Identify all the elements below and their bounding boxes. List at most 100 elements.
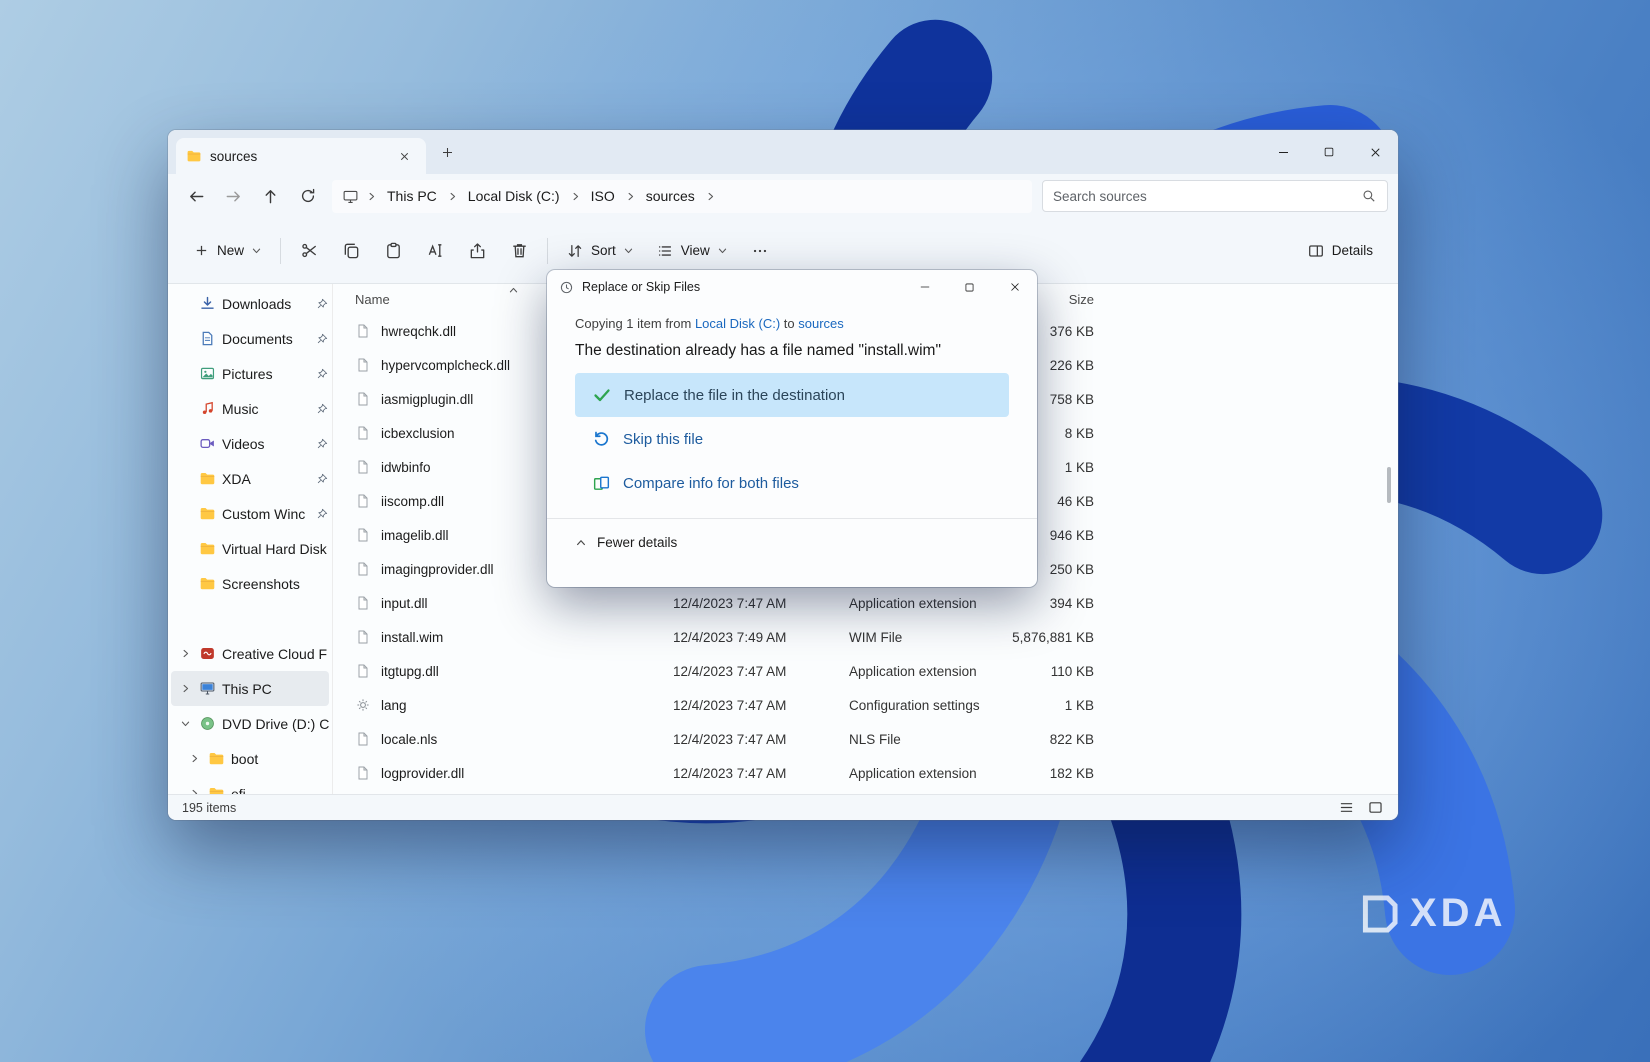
sort-button[interactable]: Sort [555,233,645,269]
maximize-button[interactable] [1306,130,1352,174]
table-row[interactable]: itgtupg.dll 12/4/2023 7:47 AM Application … [343,654,1398,688]
sidebar-item-dvd-drive-d-c[interactable]: DVD Drive (D:) C [171,706,329,741]
minimize-button[interactable] [1260,130,1306,174]
sidebar-item-xda[interactable]: XDA [171,461,329,496]
details-button[interactable]: Details [1296,233,1384,269]
share-icon [468,241,487,260]
xda-bracket-icon [1362,894,1398,933]
file-name: imagingprovider.dll [381,561,494,577]
sidebar-item-custom-winc[interactable]: Custom Winc [171,496,329,531]
view-button[interactable]: View [645,233,739,269]
close-button[interactable] [1352,130,1398,174]
folder-icon [208,785,225,794]
sidebar-item-boot[interactable]: boot [171,741,329,776]
tab-close-icon[interactable] [392,144,416,168]
breadcrumb-item-iso[interactable]: ISO [588,186,618,206]
chevron-right-icon[interactable] [178,648,193,659]
table-row[interactable]: install.wim 12/4/2023 7:49 AM WIM File 5,87… [343,620,1398,654]
folder-icon [199,540,216,557]
breadcrumb-item-this-pc[interactable]: This PC [384,186,440,206]
chevron-right-icon[interactable] [570,191,581,202]
chevron-right-icon[interactable] [187,788,202,794]
table-row[interactable]: logprovider.dll 12/4/2023 7:47 AM Applicat… [343,756,1398,790]
new-button[interactable]: New [182,233,273,269]
up-button[interactable] [252,178,289,214]
share-button[interactable] [456,233,498,269]
search-icon[interactable] [1361,188,1377,204]
file-size: 110 KB [1050,663,1094,679]
file-name: logprovider.dll [381,765,465,781]
music-icon [199,400,216,417]
sidebar-item-label: This PC [222,680,272,697]
search-box[interactable] [1042,180,1388,212]
dialog-footer[interactable]: Fewer details [547,518,1037,566]
back-button[interactable] [178,178,215,214]
paste-button[interactable] [372,233,414,269]
sidebar-item-screenshots[interactable]: Screenshots [171,566,329,601]
pin-icon [316,297,329,310]
rename-button[interactable] [414,233,456,269]
sidebar-item-pictures[interactable]: Pictures [171,356,329,391]
chevron-right-icon[interactable] [178,683,193,694]
documents-icon [199,330,216,347]
copy-button[interactable] [330,233,372,269]
dialog-option-replace-the-file-in-the-destination[interactable]: Replace the file in the destination [575,373,1009,417]
file-name: itgtupg.dll [381,663,439,679]
new-tab-button[interactable] [430,135,464,169]
file-icon [355,561,371,577]
chevron-down-icon[interactable] [178,718,193,729]
dialog-option-compare-info-for-both-files[interactable]: Compare info for both files [575,461,1009,505]
search-input[interactable] [1053,188,1353,204]
delete-button[interactable] [498,233,540,269]
dialog-maximize-button[interactable] [947,270,992,304]
dialog-option-label: Skip this file [623,430,704,448]
chevron-right-icon[interactable] [187,753,202,764]
dialog-option-label: Compare info for both files [623,474,799,492]
file-name: idwbinfo [381,459,431,475]
sidebar-item-documents[interactable]: Documents [171,321,329,356]
dialog-close-button[interactable] [992,270,1037,304]
table-row[interactable]: input.dll 12/4/2023 7:47 AM Application ex… [343,586,1398,620]
tab-sources[interactable]: sources [176,138,426,174]
folder-icon [199,575,216,592]
forward-button[interactable] [215,178,252,214]
refresh-button[interactable] [289,178,326,214]
file-name-cell: logprovider.dll [343,765,673,781]
file-date: 12/4/2023 7:47 AM [673,765,787,781]
breadcrumb-item-local-disk-c[interactable]: Local Disk (C:) [465,186,563,206]
dialog-option-skip-this-file[interactable]: Skip this file [575,417,1009,461]
table-row[interactable]: locale.nls 12/4/2023 7:47 AM NLS File 822 K… [343,722,1398,756]
breadcrumb-item-sources[interactable]: sources [643,186,698,206]
file-size: 182 KB [1049,765,1094,781]
xda-watermark: XDA [1358,891,1506,936]
sidebar-item-music[interactable]: Music [171,391,329,426]
sidebar-item-creative-cloud-f[interactable]: Creative Cloud F [171,636,329,671]
sidebar-item-efi[interactable]: efi [171,776,329,794]
source-link[interactable]: Local Disk (C:) [695,316,780,331]
new-button-label: New [217,243,245,258]
more-options-button[interactable] [739,233,781,269]
dialog-minimize-button[interactable] [902,270,947,304]
chevron-right-icon[interactable] [705,191,716,202]
tab-strip: sources [168,130,1398,174]
cut-button[interactable] [288,233,330,269]
details-view-icon[interactable] [1338,799,1355,816]
large-icons-view-icon[interactable] [1367,799,1384,816]
sidebar-item-virtual-hard-disk[interactable]: Virtual Hard Disk [171,531,329,566]
file-type: Application extension [849,595,977,611]
sidebar-item-label: Pictures [222,365,273,382]
destination-link[interactable]: sources [798,316,844,331]
chevron-right-icon[interactable] [625,191,636,202]
file-type: Application extension [849,663,977,679]
sidebar-item-this-pc[interactable]: This PC [171,671,329,706]
chevron-right-icon[interactable] [366,191,377,202]
vertical-scrollbar[interactable] [1387,467,1391,503]
sidebar-item-videos[interactable]: Videos [171,426,329,461]
copy-line-middle: to [780,316,799,331]
table-row[interactable]: lang 12/4/2023 7:47 AM Configuration setti… [343,688,1398,722]
view-button-label: View [680,243,710,258]
sidebar-item-downloads[interactable]: Downloads [171,286,329,321]
file-icon [355,663,371,679]
file-icon [355,459,371,475]
chevron-right-icon[interactable] [447,191,458,202]
